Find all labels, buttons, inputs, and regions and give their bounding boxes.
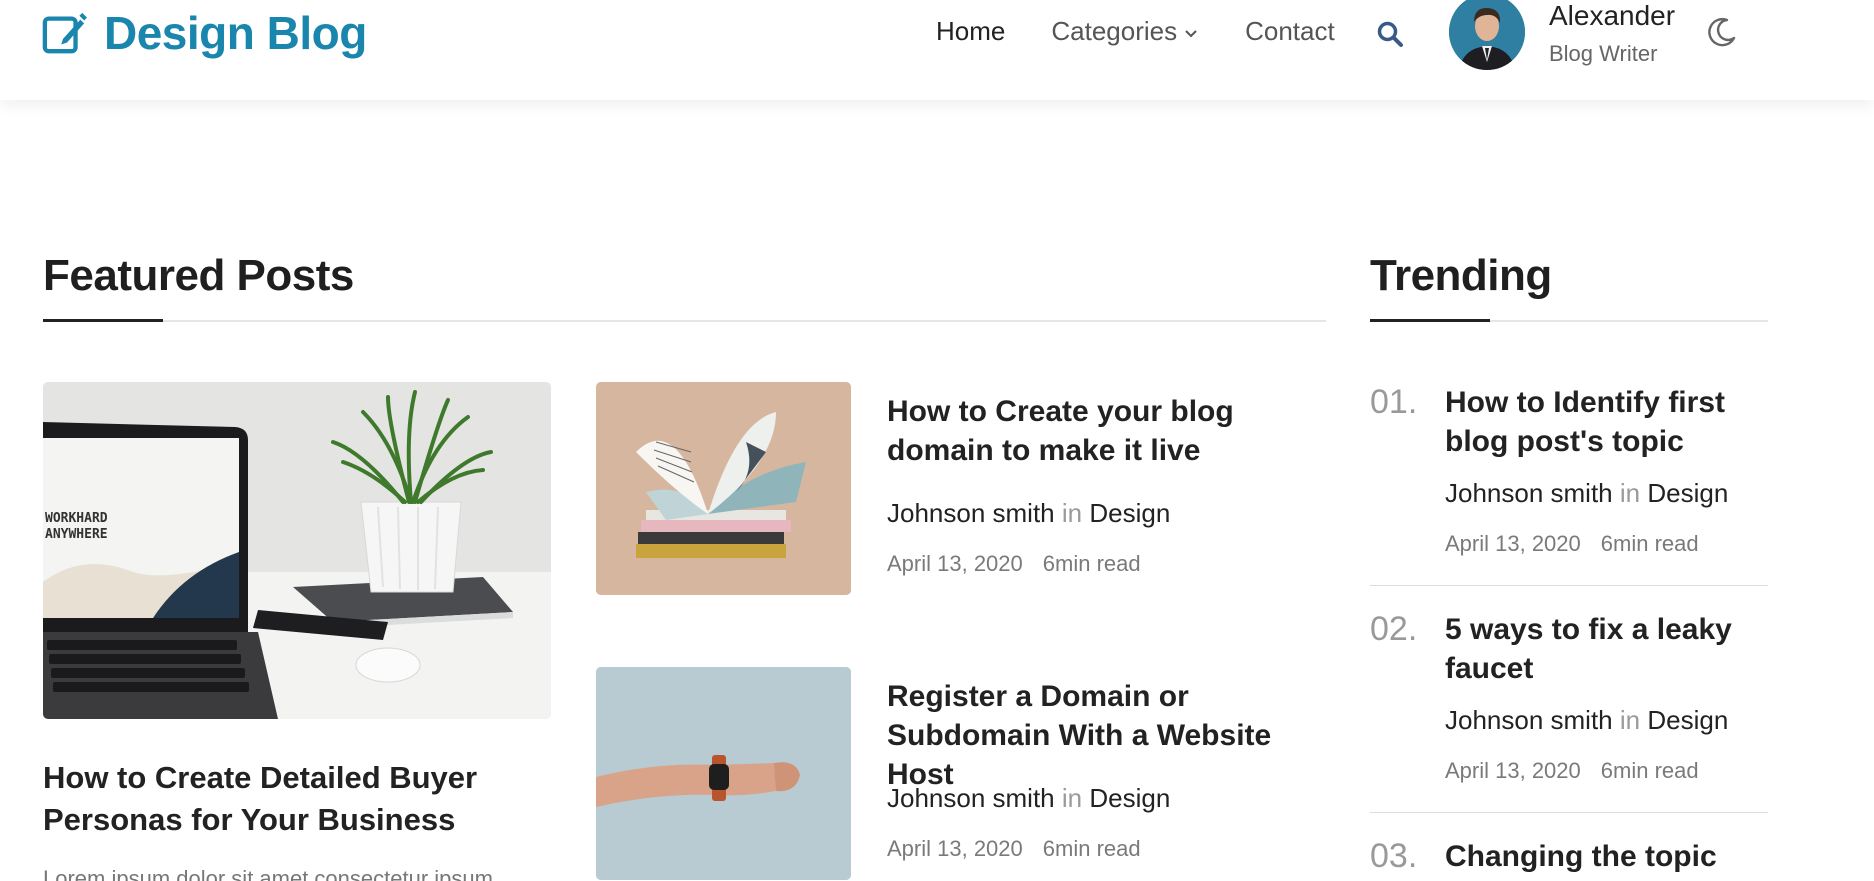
nav-categories-label: Categories [1051, 16, 1178, 46]
side-post-meta-2: Johnson smith in Design [887, 783, 1170, 814]
post-in-label: in [1061, 498, 1083, 528]
laptop-screen-text-1: WORKHARD [45, 511, 108, 526]
trending-date-line-2: April 13, 2020 6min read [1445, 758, 1699, 784]
trending-number-2: 02. [1370, 610, 1418, 648]
post-in-label: in [1619, 705, 1641, 735]
post-author[interactable]: Johnson smith [887, 498, 1055, 528]
post-in-label: in [1619, 478, 1641, 508]
avatar-image [1449, 0, 1525, 70]
trending-divider [1370, 812, 1768, 813]
wrist-watch-image [596, 667, 851, 880]
side-post-image-1[interactable] [596, 382, 851, 595]
featured-heading-rule [43, 320, 1326, 322]
post-author[interactable]: Johnson smith [887, 783, 1055, 813]
site-header: Design Blog Home Categories Contact Alex… [0, 0, 1874, 100]
post-read-time: 6min read [1042, 551, 1141, 576]
post-date: April 13, 2020 [887, 836, 1023, 861]
trending-title-2[interactable]: 5 ways to fix a leaky faucet [1445, 610, 1775, 688]
post-category-link[interactable]: Design [1647, 705, 1728, 735]
featured-main-excerpt: Lorem ipsum dolor sit amet consectetur i… [43, 866, 493, 881]
user-name: Alexander [1549, 0, 1676, 31]
trending-title-3[interactable]: Changing the topic [1445, 837, 1775, 876]
trending-meta-1: Johnson smith in Design [1445, 478, 1728, 509]
book-stack-image [596, 382, 851, 595]
post-read-time: 6min read [1600, 531, 1699, 556]
featured-main-title[interactable]: How to Create Detailed Buyer Personas fo… [43, 757, 563, 841]
user-avatar[interactable] [1449, 0, 1525, 70]
edit-icon [42, 12, 88, 54]
moon-icon[interactable] [1706, 16, 1738, 48]
trending-number-3: 03. [1370, 837, 1418, 875]
search-icon[interactable] [1376, 20, 1404, 48]
side-post-meta-1: Johnson smith in Design [887, 498, 1170, 529]
brand-logo-link[interactable]: Design Blog [42, 6, 367, 60]
post-date: April 13, 2020 [1445, 758, 1581, 783]
post-read-time: 6min read [1600, 758, 1699, 783]
post-category-link[interactable]: Design [1089, 498, 1170, 528]
main-nav: Home Categories Contact [936, 16, 1381, 47]
post-author[interactable]: Johnson smith [1445, 478, 1613, 508]
side-post-date-line-2: April 13, 2020 6min read [887, 836, 1141, 862]
laptop-desk-image: WORKHARD ANYWHERE [43, 382, 551, 719]
trending-divider [1370, 585, 1768, 586]
post-date: April 13, 2020 [887, 551, 1023, 576]
trending-heading-accent [1370, 319, 1490, 322]
trending-number-1: 01. [1370, 383, 1418, 421]
post-read-time: 6min read [1042, 836, 1141, 861]
post-category-link[interactable]: Design [1647, 478, 1728, 508]
post-author[interactable]: Johnson smith [1445, 705, 1613, 735]
post-in-label: in [1061, 783, 1083, 813]
trending-title-1[interactable]: How to Identify first blog post's topic [1445, 383, 1775, 461]
side-post-image-2[interactable] [596, 667, 851, 880]
nav-contact-link[interactable]: Contact [1245, 16, 1335, 47]
side-post-title-1[interactable]: How to Create your blog domain to make i… [887, 392, 1327, 470]
laptop-screen-text-2: ANYWHERE [45, 527, 108, 542]
user-role: Blog Writer [1549, 41, 1658, 66]
nav-categories-dropdown[interactable]: Categories [1051, 16, 1199, 47]
post-category-link[interactable]: Design [1089, 783, 1170, 813]
side-post-title-2[interactable]: Register a Domain or Subdomain With a We… [887, 677, 1327, 794]
featured-main-image[interactable]: WORKHARD ANYWHERE [43, 382, 551, 719]
chevron-down-icon [1185, 29, 1197, 37]
trending-meta-2: Johnson smith in Design [1445, 705, 1728, 736]
trending-date-line-1: April 13, 2020 6min read [1445, 531, 1699, 557]
featured-heading: Featured Posts [43, 251, 354, 300]
post-date: April 13, 2020 [1445, 531, 1581, 556]
featured-heading-accent [43, 319, 163, 322]
brand-name: Design Blog [104, 7, 367, 59]
trending-heading: Trending [1370, 251, 1552, 300]
side-post-date-line-1: April 13, 2020 6min read [887, 551, 1141, 577]
nav-home-link[interactable]: Home [936, 16, 1005, 47]
